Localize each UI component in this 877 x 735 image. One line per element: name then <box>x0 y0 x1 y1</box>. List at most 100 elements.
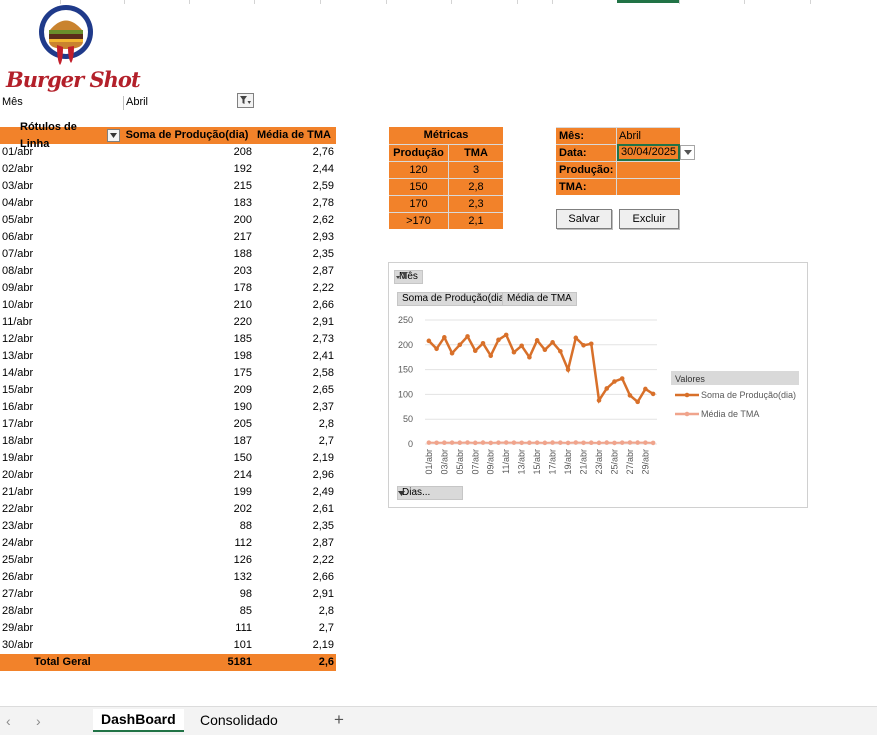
row-production[interactable]: 185 <box>122 331 254 348</box>
tab-dashboard[interactable]: DashBoard <box>93 709 184 732</box>
row-production[interactable]: 208 <box>122 144 254 161</box>
form-value-production[interactable] <box>617 161 680 178</box>
row-production[interactable]: 202 <box>122 501 254 518</box>
row-tma[interactable]: 2,8 <box>254 603 336 620</box>
row-day[interactable]: 13/abr <box>0 348 122 365</box>
row-tma[interactable]: 2,96 <box>254 467 336 484</box>
row-tma[interactable]: 2,8 <box>254 416 336 433</box>
row-tma[interactable]: 2,78 <box>254 195 336 212</box>
filter-value[interactable]: Abril <box>123 96 253 110</box>
row-tma[interactable]: 2,87 <box>254 535 336 552</box>
prev-sheet-button[interactable]: ‹ <box>6 713 11 729</box>
row-tma[interactable]: 2,19 <box>254 637 336 654</box>
row-day[interactable]: 04/abr <box>0 195 122 212</box>
row-production[interactable]: 199 <box>122 484 254 501</box>
row-production[interactable]: 200 <box>122 212 254 229</box>
row-production[interactable]: 190 <box>122 399 254 416</box>
date-dropdown-button[interactable] <box>680 145 695 160</box>
row-tma[interactable]: 2,91 <box>254 314 336 331</box>
row-production[interactable]: 88 <box>122 518 254 535</box>
row-production[interactable]: 192 <box>122 161 254 178</box>
row-tma[interactable]: 2,58 <box>254 365 336 382</box>
row-tma[interactable]: 2,19 <box>254 450 336 467</box>
row-tma[interactable]: 2,66 <box>254 297 336 314</box>
save-button[interactable]: Salvar <box>556 209 612 229</box>
row-day[interactable]: 21/abr <box>0 484 122 501</box>
row-tma[interactable]: 2,91 <box>254 586 336 603</box>
row-production[interactable]: 203 <box>122 263 254 280</box>
row-production[interactable]: 101 <box>122 637 254 654</box>
row-day[interactable]: 09/abr <box>0 280 122 297</box>
row-day[interactable]: 10/abr <box>0 297 122 314</box>
row-tma[interactable]: 2,49 <box>254 484 336 501</box>
row-production[interactable]: 210 <box>122 297 254 314</box>
row-tma[interactable]: 2,37 <box>254 399 336 416</box>
row-production[interactable]: 209 <box>122 382 254 399</box>
row-day[interactable]: 25/abr <box>0 552 122 569</box>
row-production[interactable]: 175 <box>122 365 254 382</box>
row-tma[interactable]: 2,76 <box>254 144 336 161</box>
row-tma[interactable]: 2,59 <box>254 178 336 195</box>
row-production[interactable]: 111 <box>122 620 254 637</box>
row-tma[interactable]: 2,22 <box>254 552 336 569</box>
form-value-date[interactable]: 30/04/2025 <box>617 144 680 161</box>
row-day[interactable]: 16/abr <box>0 399 122 416</box>
row-day[interactable]: 07/abr <box>0 246 122 263</box>
row-day[interactable]: 20/abr <box>0 467 122 484</box>
row-day[interactable]: 28/abr <box>0 603 122 620</box>
row-day[interactable]: 18/abr <box>0 433 122 450</box>
row-day[interactable]: 23/abr <box>0 518 122 535</box>
row-production[interactable]: 187 <box>122 433 254 450</box>
form-value-month[interactable]: Abril <box>617 127 680 144</box>
row-production[interactable]: 205 <box>122 416 254 433</box>
row-day[interactable]: 27/abr <box>0 586 122 603</box>
row-tma[interactable]: 2,7 <box>254 433 336 450</box>
form-value-tma[interactable] <box>617 178 680 195</box>
row-day[interactable]: 22/abr <box>0 501 122 518</box>
next-sheet-button[interactable]: › <box>36 713 41 729</box>
row-day[interactable]: 02/abr <box>0 161 122 178</box>
row-day[interactable]: 06/abr <box>0 229 122 246</box>
row-day[interactable]: 14/abr <box>0 365 122 382</box>
row-tma[interactable]: 2,22 <box>254 280 336 297</box>
row-tma[interactable]: 2,73 <box>254 331 336 348</box>
tab-consolidado[interactable]: Consolidado <box>200 712 278 728</box>
row-day[interactable]: 08/abr <box>0 263 122 280</box>
row-production[interactable]: 98 <box>122 586 254 603</box>
row-production[interactable]: 112 <box>122 535 254 552</box>
filter-dropdown-button[interactable] <box>237 93 254 108</box>
row-tma[interactable]: 2,41 <box>254 348 336 365</box>
row-production[interactable]: 150 <box>122 450 254 467</box>
row-tma[interactable]: 2,61 <box>254 501 336 518</box>
row-day[interactable]: 26/abr <box>0 569 122 586</box>
row-production[interactable]: 214 <box>122 467 254 484</box>
row-tma[interactable]: 2,7 <box>254 620 336 637</box>
row-tma[interactable]: 2,35 <box>254 246 336 263</box>
row-production[interactable]: 220 <box>122 314 254 331</box>
row-tma[interactable]: 2,65 <box>254 382 336 399</box>
row-day[interactable]: 30/abr <box>0 637 122 654</box>
row-day[interactable]: 17/abr <box>0 416 122 433</box>
row-day[interactable]: 11/abr <box>0 314 122 331</box>
row-day[interactable]: 29/abr <box>0 620 122 637</box>
row-day[interactable]: 15/abr <box>0 382 122 399</box>
row-day[interactable]: 19/abr <box>0 450 122 467</box>
row-tma[interactable]: 2,66 <box>254 569 336 586</box>
row-day[interactable]: 03/abr <box>0 178 122 195</box>
row-day[interactable]: 05/abr <box>0 212 122 229</box>
row-day[interactable]: 12/abr <box>0 331 122 348</box>
row-production[interactable]: 126 <box>122 552 254 569</box>
row-day[interactable]: 01/abr <box>0 144 122 161</box>
add-sheet-button[interactable]: + <box>334 710 344 730</box>
delete-button[interactable]: Excluir <box>619 209 679 229</box>
row-production[interactable]: 215 <box>122 178 254 195</box>
row-production[interactable]: 217 <box>122 229 254 246</box>
row-production[interactable]: 198 <box>122 348 254 365</box>
row-production[interactable]: 178 <box>122 280 254 297</box>
pivot-chart[interactable]: Mês Soma de Produção(dia) Média de TMA D… <box>388 262 808 508</box>
row-production[interactable]: 132 <box>122 569 254 586</box>
row-production[interactable]: 183 <box>122 195 254 212</box>
row-tma[interactable]: 2,93 <box>254 229 336 246</box>
row-tma[interactable]: 2,35 <box>254 518 336 535</box>
row-day[interactable]: 24/abr <box>0 535 122 552</box>
